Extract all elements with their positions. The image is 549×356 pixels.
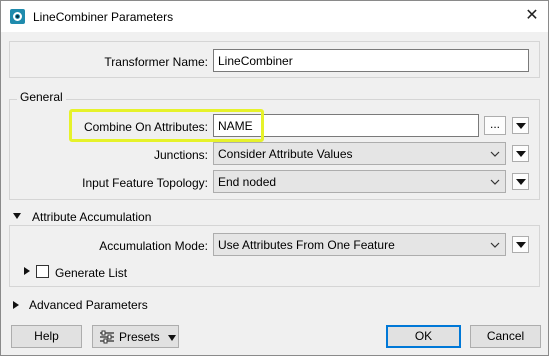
expand-icon[interactable] (24, 267, 30, 275)
highlight-box (69, 109, 264, 142)
junctions-value: Consider Attribute Values (218, 147, 353, 161)
accumulation-mode-menu-button[interactable] (512, 236, 529, 253)
general-heading: General (17, 90, 66, 104)
input-feature-topology-label: Input Feature Topology: (82, 176, 208, 190)
input-feature-topology-value: End noded (218, 175, 277, 189)
junctions-dropdown[interactable]: Consider Attribute Values (213, 142, 506, 165)
chevron-down-icon (490, 242, 500, 248)
presets-label: Presets (119, 330, 160, 344)
junctions-menu-button[interactable] (512, 145, 529, 162)
transformer-name-input[interactable]: LineCombiner (213, 49, 529, 72)
presets-button[interactable]: Presets (92, 325, 179, 348)
collapse-icon[interactable] (13, 213, 21, 219)
sliders-icon (100, 330, 114, 344)
accumulation-mode-value: Use Attributes From One Feature (218, 238, 395, 252)
dialog-window: LineCombiner Parameters ✕ Transformer Na… (0, 0, 549, 356)
cancel-button[interactable]: Cancel (470, 325, 541, 348)
close-icon[interactable]: ✕ (523, 7, 541, 25)
title-bar: LineCombiner Parameters ✕ (1, 1, 548, 32)
input-feature-topology-dropdown[interactable]: End noded (213, 170, 506, 193)
browse-attributes-button[interactable]: ... (484, 116, 506, 135)
generate-list-label[interactable]: Generate List (55, 266, 127, 280)
app-icon (10, 9, 25, 24)
dropdown-arrow-icon (168, 335, 176, 341)
chevron-down-icon (490, 151, 500, 157)
transformer-name-label: Transformer Name: (104, 55, 208, 69)
advanced-parameters-heading[interactable]: Advanced Parameters (29, 298, 148, 312)
chevron-down-icon (490, 179, 500, 185)
attribute-accumulation-heading[interactable]: Attribute Accumulation (29, 210, 155, 224)
junctions-label: Junctions: (153, 148, 208, 162)
input-feature-topology-menu-button[interactable] (512, 173, 529, 190)
combine-on-attributes-menu-button[interactable] (512, 117, 529, 134)
window-title: LineCombiner Parameters (33, 10, 174, 24)
expand-icon[interactable] (13, 301, 19, 309)
generate-list-checkbox[interactable] (36, 265, 49, 278)
help-button[interactable]: Help (11, 325, 82, 348)
accumulation-mode-dropdown[interactable]: Use Attributes From One Feature (213, 233, 506, 256)
ok-button[interactable]: OK (386, 325, 461, 348)
accumulation-mode-label: Accumulation Mode: (99, 239, 208, 253)
